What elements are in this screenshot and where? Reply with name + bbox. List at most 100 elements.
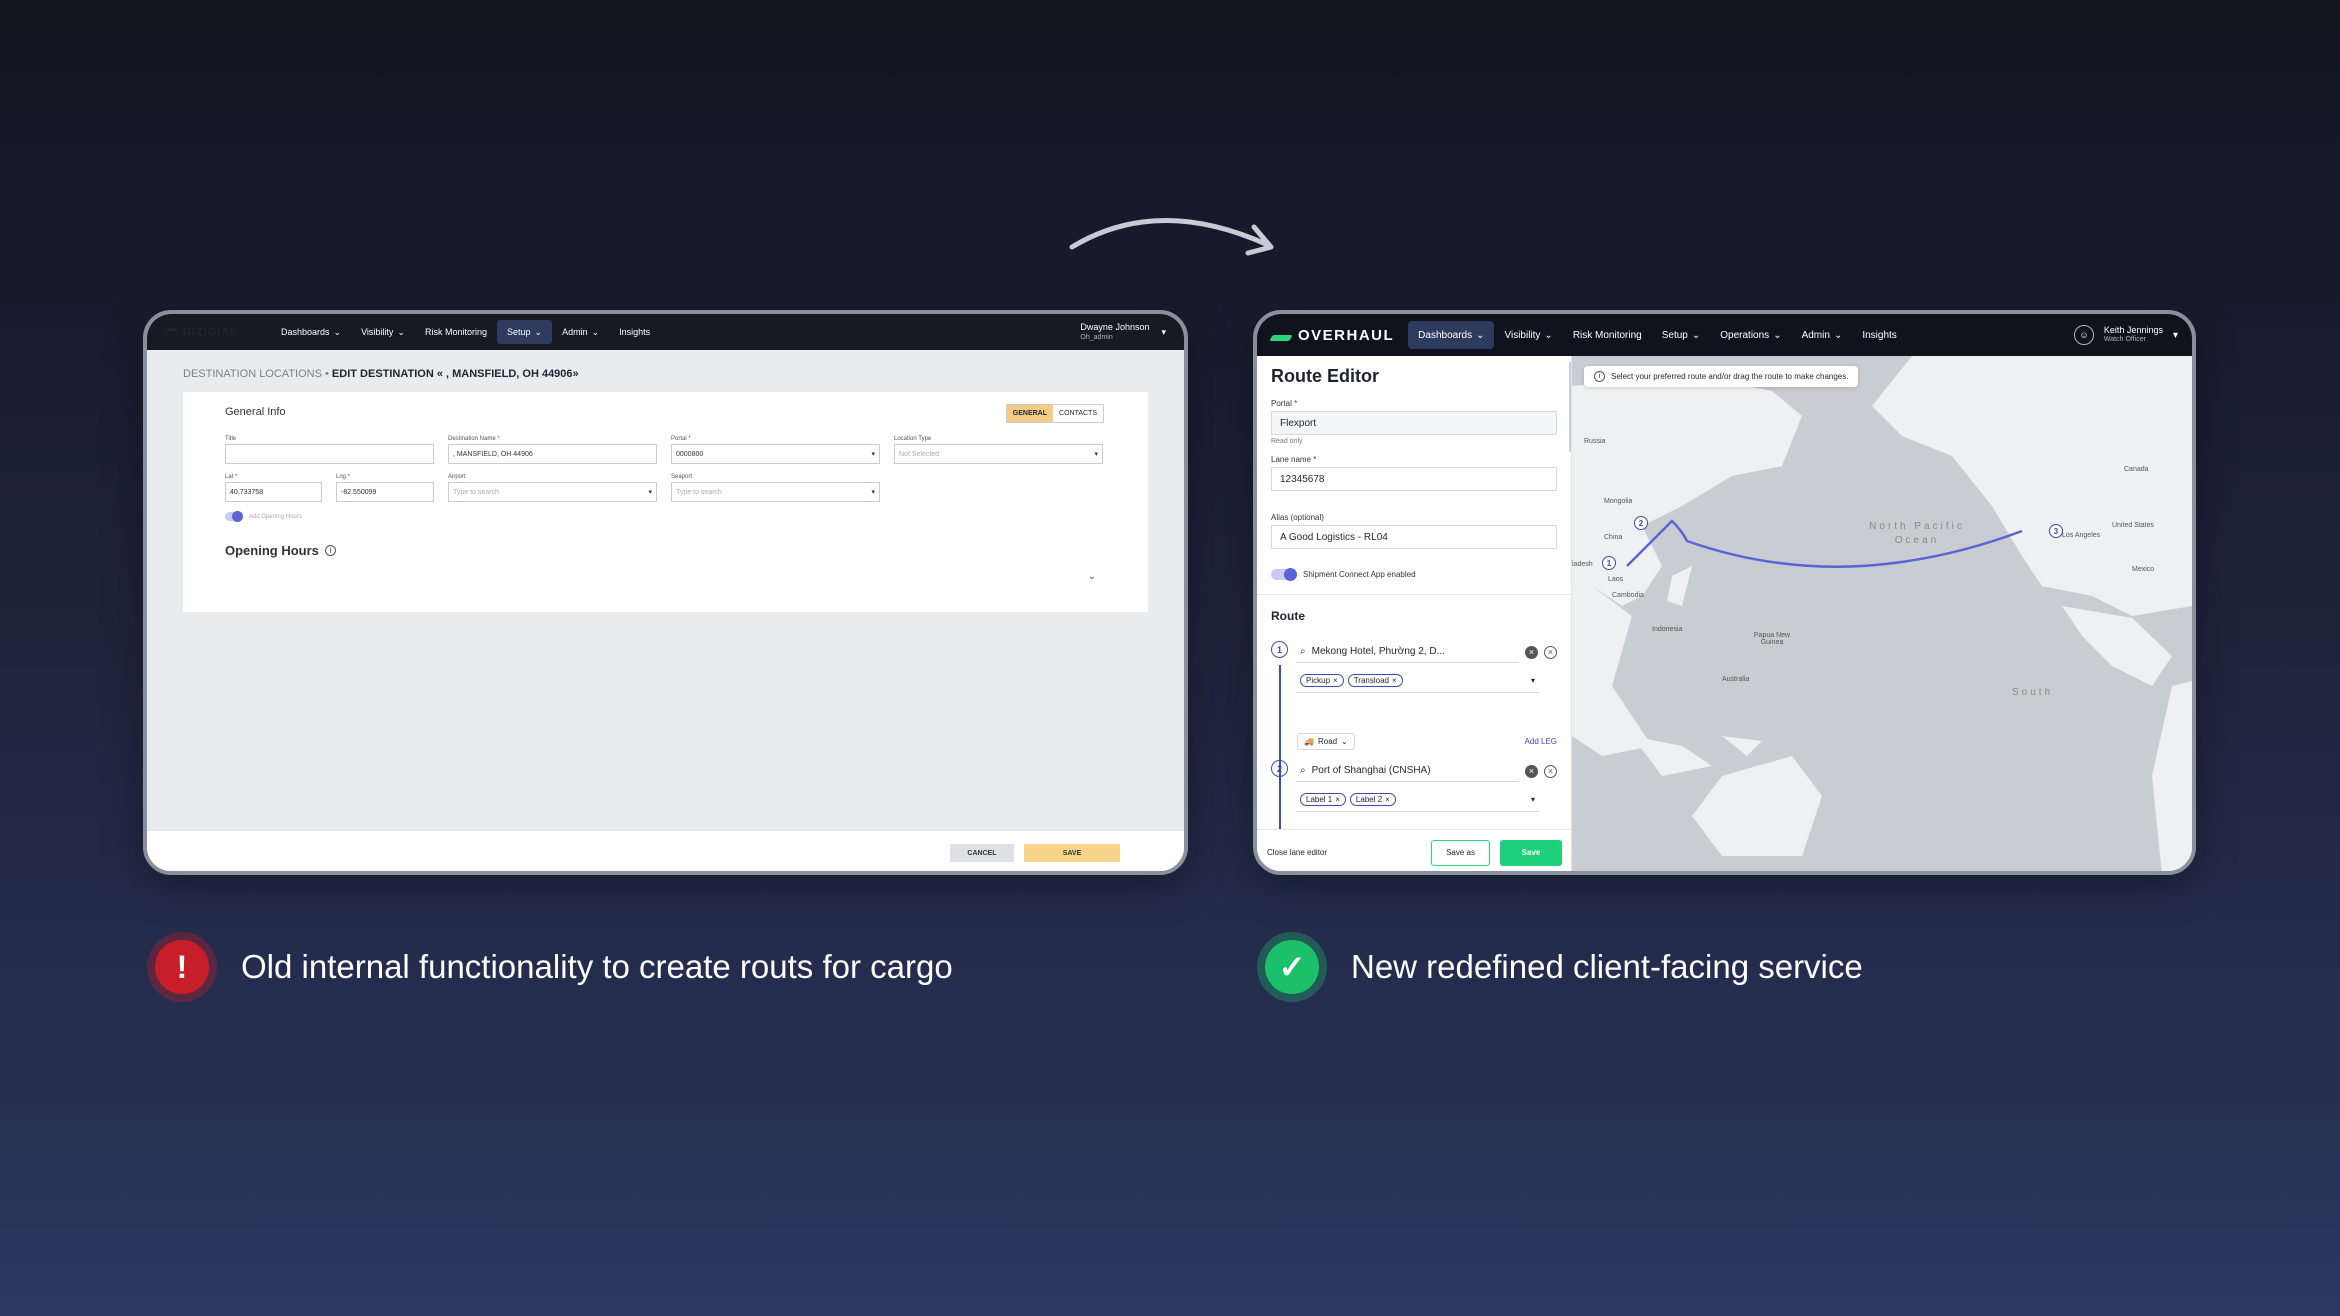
chevron-down-icon: ⌄ [1476,329,1485,341]
new-user-menu[interactable]: Keith Jennings Watch Officer [2104,325,2163,345]
route-title: Route [1271,609,1305,623]
close-lane-editor-button[interactable]: Close lane editor [1267,848,1327,857]
route-map[interactable]: i Select your preferred route and/or drag… [1572,356,2192,871]
caret-down-icon: ▾ [1530,676,1535,685]
chevron-down-icon: ▾ [1161,326,1166,337]
new-nav-insights[interactable]: Insights [1852,321,1906,349]
opening-hours-header[interactable]: Opening Hours i [225,543,1106,558]
section-title: General Info [225,406,286,418]
remove-stop-icon[interactable]: × [1544,764,1557,778]
new-nav-admin[interactable]: Admin ⌄ [1792,321,1853,349]
chevron-down-icon: ⌄ [534,326,543,337]
route-marker[interactable]: 3 [2049,524,2063,538]
old-nav-bar: DIZIGIAL Dashboards ⌄ Visibility ⌄ Risk Mo… [147,314,1184,350]
new-nav-visibility[interactable]: Visibility ⌄ [1494,321,1562,349]
close-icon: × [1333,676,1338,685]
close-icon: × [1385,795,1390,804]
chevron-down-icon: ⌄ [1691,329,1701,341]
title-input[interactable] [225,444,434,464]
chevron-down-icon: ⌄ [397,326,405,337]
caret-down-icon: ▾ [2172,329,2178,341]
route-line [1279,665,1281,835]
route-stop: 1 ⌕ Mekong Hotel, Phường 2, D... × × Pick… [1271,641,1557,693]
old-nav-admin[interactable]: Admin ⌄ [552,320,609,344]
portal-select[interactable]: 0000800 ▾ [671,444,880,464]
tab-general[interactable]: GENERAL [1006,405,1054,422]
remove-stop-icon[interactable]: × [1544,645,1557,659]
old-caption: ! Old internal functionality to create r… [147,932,953,1002]
old-logo: DIZIGIAL [165,325,245,339]
stop-tags-select[interactable]: Pickup × Transload × ▾ [1296,669,1539,693]
check-icon: ✓ [1257,932,1327,1002]
new-nav-operations[interactable]: Operations ⌄ [1710,321,1791,349]
alert-icon: ! [147,932,217,1002]
route-stop: 2 ⌕Port of Shanghai (CNSHA) × × Label 1×… [1271,760,1557,812]
old-nav-dashboards[interactable]: Dashboards ⌄ [271,320,351,344]
old-nav-setup[interactable]: Setup ⌄ [497,320,553,344]
close-icon: × [1335,795,1340,804]
destination-name-input[interactable]: , MANSFIELD, OH 44906 [448,444,657,464]
chip-pickup[interactable]: Pickup × [1300,674,1344,687]
lng-input[interactable]: -82.550099 [336,482,434,502]
route-marker[interactable]: 2 [1634,516,1648,530]
new-nav-setup[interactable]: Setup ⌄ [1652,321,1711,349]
panel-title: Route Editor [1271,366,1379,386]
leg-mode-select[interactable]: 🚚 Road ⌄ [1297,733,1355,750]
stop-search-input[interactable]: ⌕ Port of Shanghai (CNSHA) [1296,760,1519,782]
chevron-down-icon: ⌄ [1833,329,1843,341]
chip-label-1[interactable]: Label 1 × [1300,793,1346,806]
new-nav-dashboards[interactable]: Dashboards ⌄ [1408,321,1495,349]
chevron-down-icon: ⌄ [591,326,600,337]
route-marker[interactable]: 1 [1602,556,1616,570]
caret-down-icon: ▾ [871,489,875,496]
search-icon: ⌕ [1300,646,1306,657]
info-icon: i [324,545,336,556]
chip-transload[interactable]: Transload × [1347,674,1403,687]
chevron-down-icon: ⌄ [333,326,342,337]
tab-contacts[interactable]: CONTACTS [1053,405,1103,422]
new-nav-bar: OVERHAUL Dashboards ⌄ Visibility ⌄ Risk Mo… [1257,314,2192,356]
alias-input[interactable]: A Good Logistics - RL04 [1271,525,1557,549]
old-nav-visibility[interactable]: Visibility ⌄ [351,320,415,344]
chevron-down-icon[interactable]: ⌄ [1088,571,1096,582]
seaport-search[interactable]: Type to search ▾ [671,482,880,502]
truck-icon: 🚚 [1304,737,1314,746]
lat-input[interactable]: 40.733758 [225,482,322,502]
location-type-select[interactable]: Not Selected ▾ [894,444,1103,464]
shipment-connect-toggle[interactable]: Shipment Connect App enabled [1271,568,1557,581]
search-icon: ⌕ [1300,765,1306,776]
add-leg-link[interactable]: Add LEG [1525,737,1557,746]
new-caption: ✓ New redefined client-facing service [1257,932,1863,1002]
route-path [1626,519,2023,568]
close-icon: × [1391,676,1397,685]
caret-down-icon: ▾ [871,451,875,458]
breadcrumb: DESTINATION LOCATIONS • EDIT DESTINATION… [183,368,579,380]
cancel-button[interactable]: CANCEL [950,844,1014,862]
portal-field: Flexport [1271,411,1557,435]
old-app-screenshot: DIZIGIAL Dashboards ⌄ Visibility ⌄ Risk Mo… [143,310,1188,875]
lane-name-input[interactable]: 12345678 [1271,467,1557,491]
save-as-button[interactable]: Save as [1431,839,1490,866]
clear-icon[interactable]: × [1525,764,1538,778]
stop-tags-select[interactable]: Label 1 × Label 2 × ▾ [1296,788,1539,812]
chip-label-2[interactable]: Label 2 × [1349,793,1396,806]
avatar-icon[interactable]: ☺ [2073,325,2094,345]
map-hint: i Select your preferred route and/or drag… [1584,366,1859,387]
caret-down-icon: ▾ [1530,795,1535,804]
caret-down-icon: ▾ [648,489,652,496]
old-nav-risk[interactable]: Risk Monitoring [415,320,497,344]
caret-down-icon: ▾ [1094,451,1098,458]
old-user-menu[interactable]: Dwayne Johnson Oh_admin [1080,322,1149,343]
stop-number: 1 [1271,641,1288,658]
overhaul-logo: OVERHAUL [1271,327,1394,344]
save-button[interactable]: SAVE [1024,844,1120,862]
airport-search[interactable]: Type to search ▾ [448,482,657,502]
new-nav-risk[interactable]: Risk Monitoring [1563,321,1652,349]
save-button[interactable]: Save [1500,839,1562,866]
chevron-down-icon: ⌄ [1341,737,1348,746]
opening-hours-toggle[interactable]: Add Opening Hours [225,511,1106,522]
chevron-down-icon: ⌄ [1773,329,1782,341]
clear-icon[interactable]: × [1525,645,1538,659]
old-nav-insights[interactable]: Insights [609,320,660,344]
stop-search-input[interactable]: ⌕ Mekong Hotel, Phường 2, D... [1296,641,1519,663]
